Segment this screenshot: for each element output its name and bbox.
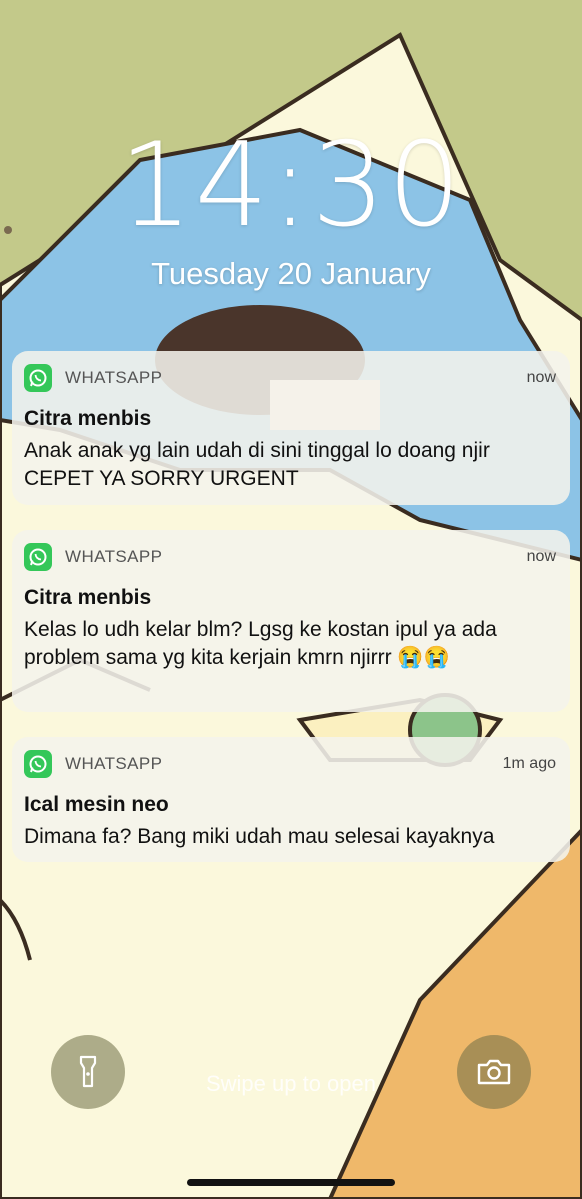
notification-sender: Citra menbis: [24, 407, 152, 430]
notification-message: Anak anak yg lain udah di sini tinggal l…: [24, 439, 490, 490]
notification-sender: Citra menbis: [24, 586, 152, 609]
camera-icon: [477, 1059, 511, 1085]
notification-app-name: WHATSAPP: [65, 547, 163, 566]
notification-sender: Ical mesin neo: [24, 793, 169, 816]
notification-time: now: [526, 548, 556, 565]
notification-card[interactable]: WHATSAPP now Citra menbis Kelas lo udh k…: [12, 530, 570, 712]
whatsapp-icon: [24, 364, 52, 392]
lockscreen-clock: 14:30: [118, 118, 464, 253]
whatsapp-icon: [24, 543, 52, 571]
lockscreen-date: Tuesday 20 January: [151, 256, 431, 291]
notification-card[interactable]: WHATSAPP 1m ago Ical mesin neo Dimana fa…: [12, 737, 570, 862]
home-indicator[interactable]: [187, 1179, 395, 1186]
notification-time: 1m ago: [502, 755, 556, 772]
notification-time: now: [526, 369, 556, 386]
camera-button[interactable]: [457, 1035, 531, 1109]
whatsapp-icon: [24, 750, 52, 778]
notification-app-name: WHATSAPP: [65, 754, 163, 773]
notification-message: Dimana fa? Bang miki udah mau selesai ka…: [24, 825, 495, 848]
notification-app-name: WHATSAPP: [65, 368, 163, 387]
notification-card[interactable]: WHATSAPP now Citra menbis Anak anak yg l…: [12, 351, 570, 505]
notification-message: Kelas lo udh kelar blm? Lgsg ke kostan i…: [24, 618, 497, 669]
